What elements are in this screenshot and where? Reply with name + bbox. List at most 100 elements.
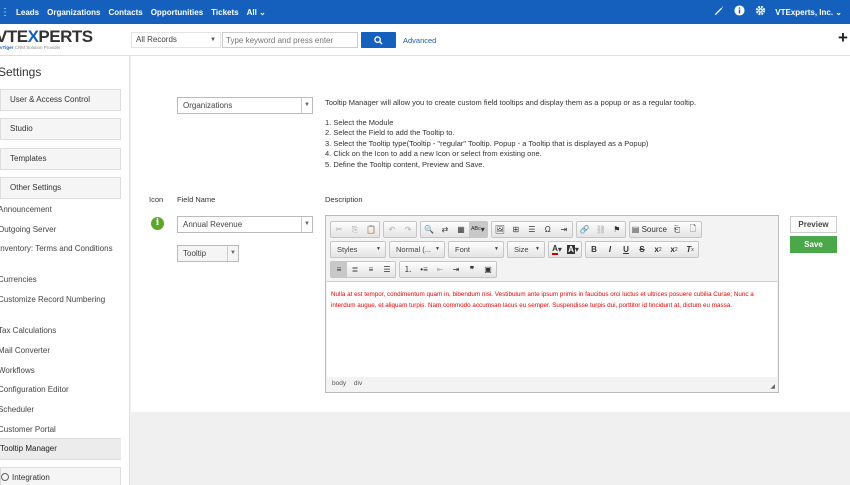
bulleted-list-icon[interactable]: •≡ [416,262,432,277]
top-navigation-bar: ⋮ Leads Organizations Contacts Opportuni… [0,0,850,24]
field-name-select[interactable]: Annual Revenue ▼ [177,216,313,233]
paste-icon[interactable]: 📋 [363,222,379,237]
align-left-icon[interactable]: ≡ [331,262,347,277]
toolbar-group-colors: A ▾ A ▾ [548,241,582,258]
toolbar-group-find: 🔍 ⇄ ▦ ᴬᴮᶜ▾ [420,221,488,238]
link-icon[interactable]: 🔗 [577,222,593,237]
sidebar-block-studio[interactable]: Studio [0,118,121,140]
bold-icon[interactable]: B [586,242,602,257]
text-color-icon[interactable]: A ▾ [549,242,565,257]
italic-icon[interactable]: I [602,242,618,257]
underline-icon[interactable]: U [618,242,634,257]
company-name: VTExperts, Inc. [775,7,834,17]
info-circle-icon[interactable] [733,5,745,19]
font-combo[interactable]: Font ▼ [448,241,504,258]
blockquote-icon[interactable]: ❞ [464,262,480,277]
logo-wordmark: VTEXPERTS [0,27,93,46]
sidebar-block-integration-label: Integration [12,473,50,482]
align-justify-icon[interactable]: ☰ [379,262,395,277]
pencil-icon[interactable] [712,5,724,19]
table-icon[interactable]: ⊞ [508,222,524,237]
caret-down-icon: ▼ [494,246,499,252]
undo-icon[interactable]: ↶ [384,222,400,237]
horizontal-line-icon[interactable]: ☰ [524,222,540,237]
sidebar-item-customer-portal[interactable]: Customer Portal [0,424,116,435]
search-button[interactable] [361,32,396,48]
tooltip-info-icon[interactable]: i [151,217,164,230]
sidebar-item-tooltip-manager[interactable]: Tooltip Manager [0,438,121,460]
save-button[interactable]: Save [790,236,837,253]
unlink-icon[interactable]: ⛓ [593,222,609,237]
div-container-icon[interactable]: ▣ [480,262,496,277]
image-icon[interactable]: 🖼 [492,222,508,237]
nav-opportunities[interactable]: Opportunities [151,8,203,17]
toolbar-group-lists: ⒈ •≡ ⇤ ⇥ ❞ ▣ [399,261,497,278]
sidebar-block-user-access-control[interactable]: User & Access Control [0,89,121,111]
tooltip-type-select[interactable]: Tooltip ▼ [177,245,239,262]
app-menu-icon[interactable]: ⋮ [0,0,10,24]
special-char-icon[interactable]: Ω [540,222,556,237]
bg-color-icon[interactable]: A ▾ [565,242,581,257]
templates-icon[interactable]: ⎗ [669,222,685,237]
source-button[interactable]: ▤ Source [630,222,669,237]
rich-text-editor: ✂ ⎘ 📋 ↶ ↷ 🔍 ⇄ ▦ ᴬᴮᶜ▾ 🖼 ⊞ ☰ Ω ⇥ 🔗 ⛓ ⚑ ▤ S… [325,215,779,393]
format-combo[interactable]: Normal (... ▼ [389,241,445,258]
quick-create-plus-icon[interactable]: + [838,28,848,48]
size-combo[interactable]: Size ▼ [507,241,545,258]
remove-format-icon[interactable]: Tx [682,242,698,257]
sidebar-block-integration[interactable]: Integration [0,467,121,485]
cut-icon[interactable]: ✂ [331,222,347,237]
spellcheck-icon[interactable]: ᴬᴮᶜ▾ [469,222,487,237]
subscript-icon[interactable]: x2 [650,242,666,257]
company-logo[interactable]: VTEXPERTS vTiger CRM Solution Provider [0,27,120,53]
find-icon[interactable]: 🔍 [421,222,437,237]
toolbar-group-links: 🔗 ⛓ ⚑ [575,221,626,238]
nav-organizations[interactable]: Organizations [47,8,100,17]
gear-icon[interactable] [754,5,766,19]
company-menu[interactable]: VTExperts, Inc. ⌄ [775,8,842,17]
strikethrough-icon[interactable]: S [634,242,650,257]
instructions-intro: Tooltip Manager will allow you to create… [325,98,697,107]
sidebar-item-customize-record-numbering[interactable]: Customize Record Numbering [0,294,116,305]
page-break-icon[interactable]: ⇥ [556,222,572,237]
sidebar-item-mail-converter[interactable]: Mail Converter [0,345,116,356]
editor-content-area[interactable]: Nulla at est tempor, condimentum quam in… [327,281,777,377]
sidebar-item-currencies[interactable]: Currencies [0,274,116,285]
sidebar-item-inventory-terms[interactable]: Inventory: Terms and Conditions [0,243,116,254]
preview-button[interactable]: Preview [790,216,837,233]
outdent-icon[interactable]: ⇤ [432,262,448,277]
replace-icon[interactable]: ⇄ [437,222,453,237]
sidebar-item-announcement[interactable]: Announcement [0,204,116,215]
indent-icon[interactable]: ⇥ [448,262,464,277]
sidebar-item-outgoing-server[interactable]: Outgoing Server [0,224,116,235]
nav-all[interactable]: All ⌄ [247,8,266,17]
sidebar-item-scheduler[interactable]: Scheduler [0,404,116,415]
sidebar-block-other-settings[interactable]: Other Settings [0,177,121,199]
sidebar-item-workflows[interactable]: Workflows [0,365,116,376]
superscript-icon[interactable]: x2 [666,242,682,257]
sidebar-block-templates[interactable]: Templates [0,148,121,170]
nav-contacts[interactable]: Contacts [108,8,142,17]
copy-icon[interactable]: ⎘ [347,222,363,237]
numbered-list-icon[interactable]: ⒈ [400,262,416,277]
select-all-icon[interactable]: ▦ [453,222,469,237]
caret-down-icon: ▼ [227,246,238,261]
align-center-icon[interactable]: ≣ [347,262,363,277]
preview-doc-icon[interactable]: 🗋 [685,222,701,237]
redo-icon[interactable]: ↷ [400,222,416,237]
search-input[interactable] [222,32,358,48]
path-body[interactable]: body [332,380,346,387]
anchor-flag-icon[interactable]: ⚑ [609,222,625,237]
nav-leads[interactable]: Leads [16,8,39,17]
nav-tickets[interactable]: Tickets [211,8,238,17]
styles-combo[interactable]: Styles ▼ [330,241,386,258]
instruction-step: 2. Select the Field to add the Tooltip t… [325,128,455,137]
resize-handle-icon[interactable]: ◢ [770,383,775,390]
align-right-icon[interactable]: ≡ [363,262,379,277]
records-select[interactable]: All Records ▼ [131,32,221,48]
module-select[interactable]: Organizations ▼ [177,97,313,114]
sidebar-item-configuration-editor[interactable]: Configuration Editor [0,384,116,395]
advanced-search-link[interactable]: Advanced [403,36,436,45]
path-div[interactable]: div [354,380,362,387]
sidebar-item-tax-calculations[interactable]: Tax Calculations [0,325,116,336]
